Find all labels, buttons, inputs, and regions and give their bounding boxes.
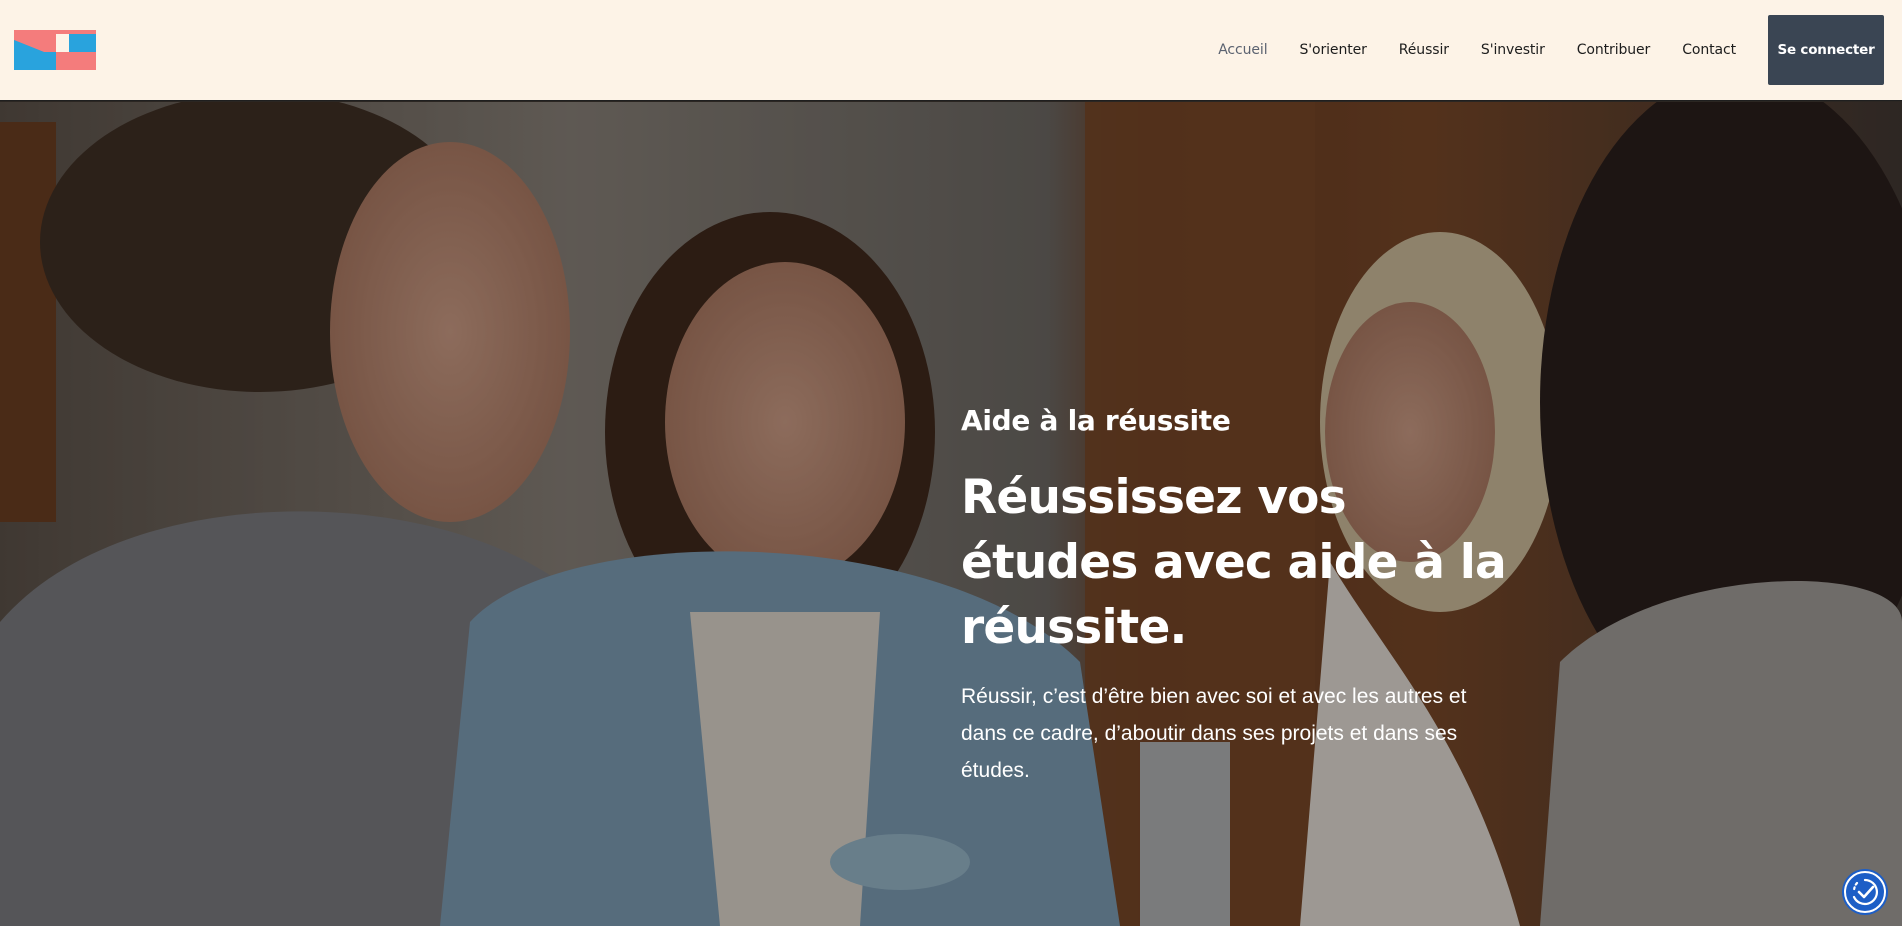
login-button[interactable]: Se connecter [1768, 15, 1884, 85]
nav-item-contact[interactable]: Contact [1666, 42, 1752, 58]
hero-overlay [0, 102, 1902, 926]
hero-description: Réussir, c’est d’être bien avec soi et a… [961, 685, 1467, 782]
hero-section: Aide à la réussite Réussissez vos études… [0, 102, 1902, 926]
site-header: Accueil S'orienter Réussir S'investir Co… [0, 0, 1902, 101]
site-logo[interactable] [14, 30, 96, 70]
nav-item-sorienter[interactable]: S'orienter [1283, 42, 1382, 58]
hero-title: Réussissez vos études avec aide à la réu… [961, 470, 1507, 655]
accessibility-button[interactable] [1844, 871, 1886, 913]
hero-content: Aide à la réussite Réussissez vos études… [961, 404, 1521, 789]
nav-item-reussir[interactable]: Réussir [1383, 42, 1465, 58]
nav-item-sinvestir[interactable]: S'investir [1465, 42, 1561, 58]
main-nav: Accueil S'orienter Réussir S'investir Co… [1202, 15, 1884, 85]
accessibility-check-icon [1852, 878, 1878, 906]
nav-item-accueil[interactable]: Accueil [1202, 42, 1283, 58]
nav-item-contribuer[interactable]: Contribuer [1561, 42, 1666, 58]
hero-eyebrow: Aide à la réussite [961, 404, 1231, 437]
